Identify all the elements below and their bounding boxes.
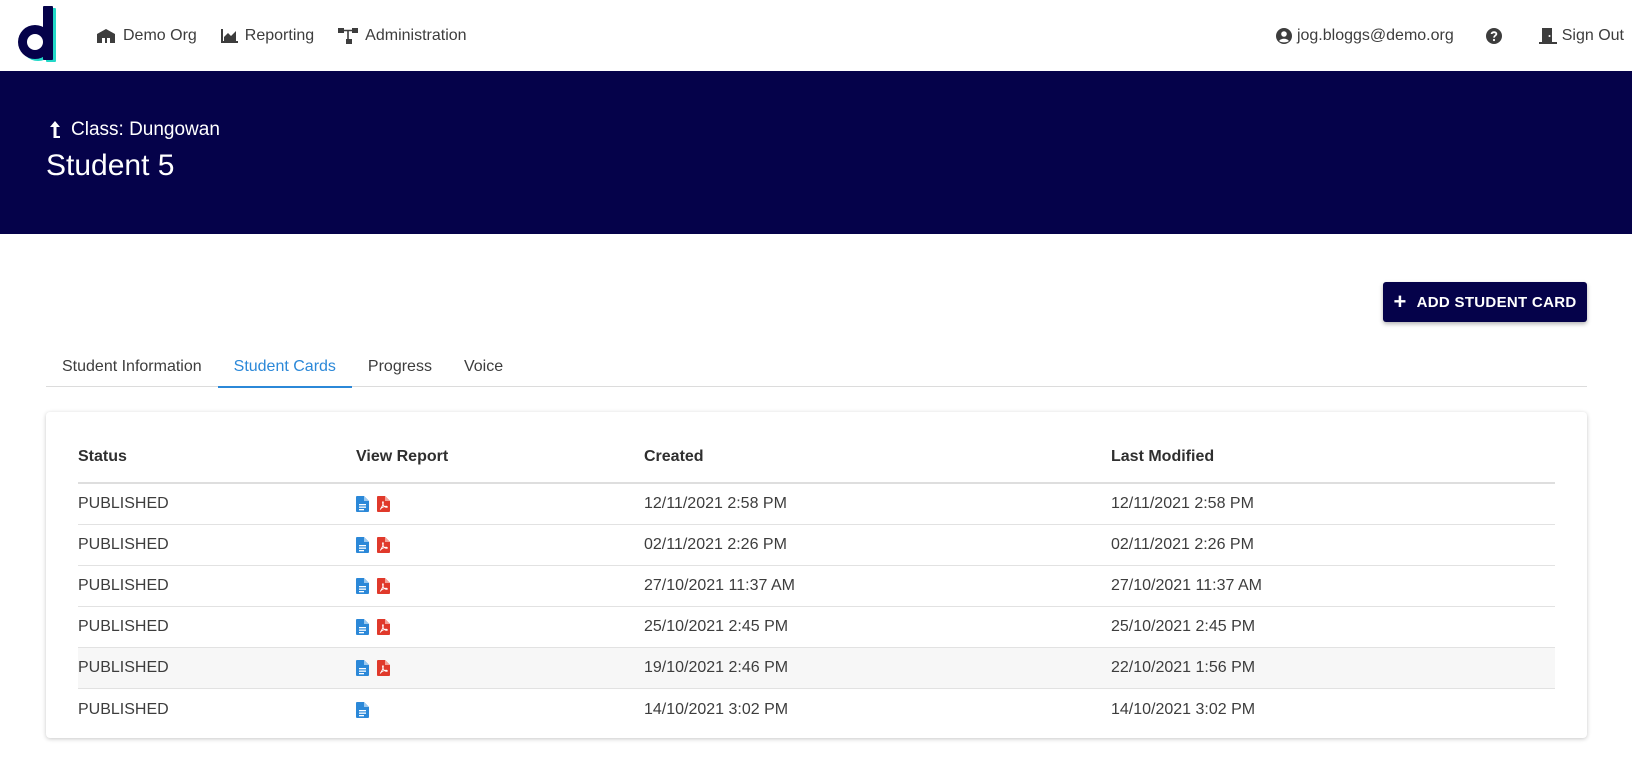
cell-last-modified: 22/10/2021 1:56 PM xyxy=(1111,659,1256,676)
nav-demo-org[interactable]: Demo Org xyxy=(96,27,197,45)
building-icon xyxy=(97,28,115,43)
table-row: PUBLISHED 19/10/2021 2:46 PM 22/10/2021 1:… xyxy=(78,648,1555,689)
cell-status: PUBLISHED xyxy=(78,577,169,594)
tab-student-information[interactable]: Student Information xyxy=(46,346,218,387)
cell-created: 02/11/2021 2:26 PM xyxy=(644,536,787,553)
cell-last-modified: 25/10/2021 2:45 PM xyxy=(1111,618,1256,635)
user-menu[interactable]: jog.bloggs@demo.org xyxy=(1275,26,1454,45)
nav-demo-org-label: Demo Org xyxy=(123,26,197,44)
page-header: Class: Dungowan Student 5 xyxy=(0,71,1632,234)
cell-status: PUBLISHED xyxy=(78,618,169,635)
level-up-icon xyxy=(50,121,60,138)
table-row: PUBLISHED 14/10/2021 3:02 PM 14/10/2021 3:… xyxy=(78,689,1555,730)
pdf-icon[interactable] xyxy=(377,578,390,594)
door-exit-icon xyxy=(1538,27,1557,44)
document-icon[interactable] xyxy=(356,701,369,718)
tab-student-cards[interactable]: Student Cards xyxy=(217,346,353,388)
document-icon[interactable] xyxy=(356,578,369,594)
nav-reporting[interactable]: Reporting xyxy=(220,26,315,45)
student-cards-table: Status View Report Created Last Modified… xyxy=(78,432,1555,730)
nav-administration[interactable]: Administration xyxy=(338,26,467,45)
nav-reporting-label: Reporting xyxy=(244,26,315,44)
tab-voice[interactable]: Voice xyxy=(448,346,519,387)
cell-status: PUBLISHED xyxy=(78,495,169,512)
add-student-card-label: ADD STUDENT CARD xyxy=(1416,293,1577,311)
document-icon[interactable] xyxy=(356,619,369,635)
chart-area-icon xyxy=(220,28,238,43)
cell-view-report xyxy=(356,496,644,512)
pdf-icon[interactable] xyxy=(377,660,390,676)
pdf-icon[interactable] xyxy=(377,619,390,635)
cell-status: PUBLISHED xyxy=(78,700,169,718)
page-title: Student 5 xyxy=(46,149,175,182)
sitemap-icon xyxy=(338,27,359,44)
cell-created: 14/10/2021 3:02 PM xyxy=(644,700,789,718)
cell-created: 27/10/2021 11:37 AM xyxy=(644,577,795,594)
header-view-report[interactable]: View Report xyxy=(356,448,644,466)
nav-administration-label: Administration xyxy=(365,26,467,44)
table-row: PUBLISHED 27/10/2021 11:37 AM 27/10/2021 1… xyxy=(78,566,1555,607)
table-row: PUBLISHED 12/11/2021 2:58 PM 12/11/2021 2:… xyxy=(78,484,1555,525)
cell-view-report xyxy=(356,619,644,635)
header-last-modified[interactable]: Last Modified xyxy=(1111,448,1555,466)
cell-last-modified: 12/11/2021 2:58 PM xyxy=(1111,495,1254,512)
cell-created: 19/10/2021 2:46 PM xyxy=(644,659,789,676)
cell-view-report xyxy=(356,578,644,594)
sign-out-button[interactable]: Sign Out xyxy=(1538,26,1624,45)
cell-view-report xyxy=(356,701,644,718)
pdf-icon[interactable] xyxy=(377,537,390,553)
document-icon[interactable] xyxy=(356,660,369,676)
cell-status: PUBLISHED xyxy=(78,659,169,676)
cell-view-report xyxy=(356,537,644,553)
student-cards-panel: Status View Report Created Last Modified… xyxy=(46,412,1587,738)
help-button[interactable] xyxy=(1485,27,1507,44)
cell-created: 25/10/2021 2:45 PM xyxy=(644,618,789,635)
cell-view-report xyxy=(356,660,644,676)
sign-out-label: Sign Out xyxy=(1561,26,1624,44)
user-email: jog.bloggs@demo.org xyxy=(1296,26,1454,44)
logo-icon[interactable] xyxy=(16,6,62,64)
cell-created: 12/11/2021 2:58 PM xyxy=(644,495,787,512)
breadcrumb-label: Class: Dungowan xyxy=(71,119,220,140)
table-body: PUBLISHED 12/11/2021 2:58 PM 12/11/2021 2:… xyxy=(78,484,1555,730)
question-circle-icon xyxy=(1485,27,1502,44)
add-student-card-button[interactable]: + ADD STUDENT CARD xyxy=(1383,282,1587,322)
document-icon[interactable] xyxy=(356,537,369,553)
tab-progress[interactable]: Progress xyxy=(352,346,448,387)
cell-last-modified: 02/11/2021 2:26 PM xyxy=(1111,536,1254,553)
pdf-icon[interactable] xyxy=(377,496,390,512)
cell-last-modified: 14/10/2021 3:02 PM xyxy=(1111,700,1256,718)
header-status[interactable]: Status xyxy=(78,448,356,466)
cell-last-modified: 27/10/2021 11:37 AM xyxy=(1111,577,1262,594)
document-icon[interactable] xyxy=(356,496,369,512)
cell-status: PUBLISHED xyxy=(78,536,169,553)
tab-bar: Student Information Student Cards Progre… xyxy=(46,346,1587,388)
table-header: Status View Report Created Last Modified xyxy=(78,432,1555,484)
table-row: PUBLISHED 25/10/2021 2:45 PM 25/10/2021 2:… xyxy=(78,607,1555,648)
breadcrumb-class[interactable]: Class: Dungowan xyxy=(48,119,220,141)
plus-icon: + xyxy=(1393,289,1407,314)
header-created[interactable]: Created xyxy=(644,448,1111,466)
table-row: PUBLISHED 02/11/2021 2:26 PM 02/11/2021 2:… xyxy=(78,525,1555,566)
top-nav: Demo Org Reporting Administration jog.bl… xyxy=(0,0,1632,71)
user-circle-icon xyxy=(1275,27,1292,44)
